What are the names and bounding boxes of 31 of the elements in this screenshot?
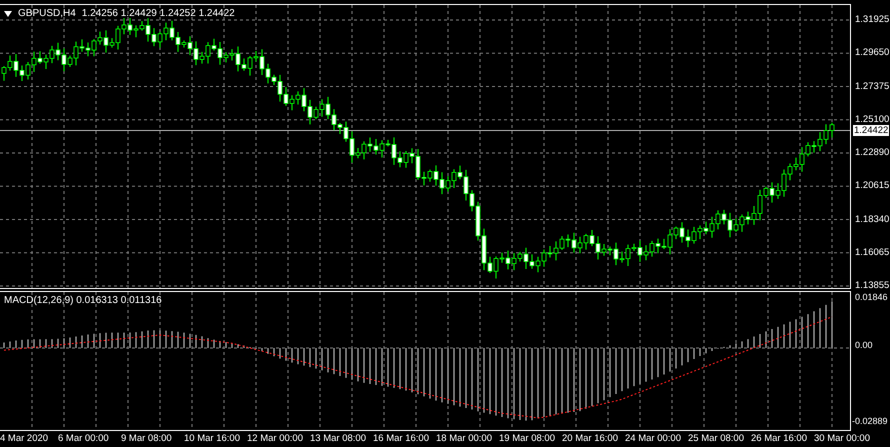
price-tick-label: 1.31925 [855,14,890,25]
symbol-label: GBPUSD,H4 [18,7,76,21]
macd-tick-label: 0.01846 [855,291,888,304]
time-axis-label: 13 Mar 08:00 [310,432,366,444]
price-tick-label: 1.27375 [855,80,890,92]
time-axis-label: 10 Mar 16:00 [184,432,240,444]
dropdown-triangle-icon[interactable] [4,10,12,16]
price-tick-label: 1.29650 [855,47,890,58]
time-axis-label: 24 Mar 00:00 [625,432,681,444]
time-axis-label: 19 Mar 08:00 [499,432,555,444]
time-axis-label: 6 Mar 00:00 [58,432,109,444]
macd-indicator-label: MACD(12,26,9) 0.016313 0.011316 [4,294,162,308]
time-axis-label: 18 Mar 00:00 [436,432,492,444]
price-tick-label: 1.16065 [855,246,890,258]
macd-tick-label: -0.02889 [852,415,888,428]
time-axis-label: 16 Mar 16:00 [373,432,429,444]
time-axis-label: 20 Mar 16:00 [562,432,618,444]
macd-tick-label: 0.00 [855,339,873,352]
time-axis-label: 26 Mar 16:00 [751,432,807,444]
ohlc-values: 1.24256 1.24429 1.24252 1.24422 [82,7,235,21]
time-axis-label: 4 Mar 2020 [0,432,48,444]
time-axis-label: 12 Mar 00:00 [247,432,303,444]
price-tick-label: 1.25100 [855,114,890,125]
time-axis-label: 25 Mar 08:00 [688,432,744,444]
time-axis-label: 30 Mar 00:00 [814,432,870,444]
price-tick-label: 1.20615 [855,180,890,192]
time-axis-label: 9 Mar 08:00 [121,432,172,444]
current-price-label: 1.24422 [853,125,890,136]
price-tick-label: 1.22890 [855,147,890,158]
price-tick-label: 1.13855 [855,280,890,291]
price-tick-label: 1.18340 [855,214,890,224]
